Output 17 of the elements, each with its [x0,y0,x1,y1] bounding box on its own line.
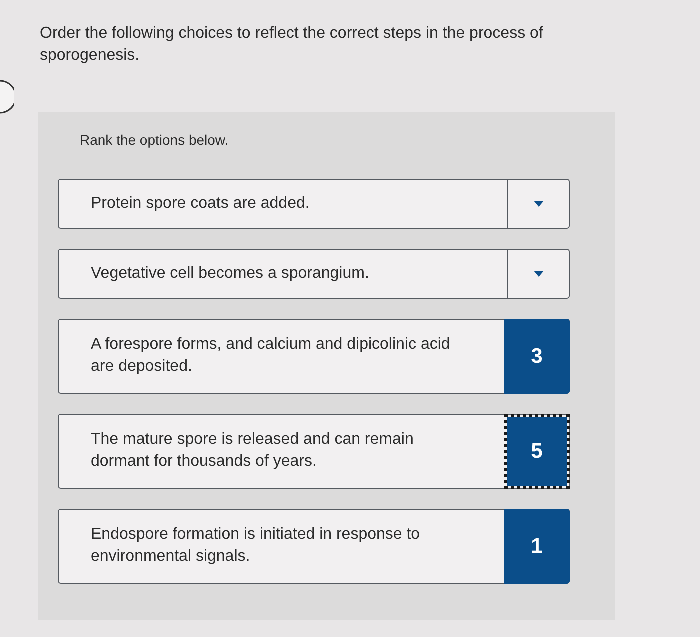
option-text: Vegetative cell becomes a sporangium. [90,264,370,284]
option-card[interactable]: Protein spore coats are added. [58,179,570,229]
option-text: Endospore formation is initiated in response to environmental signals. [90,525,422,567]
caret-down-icon [534,271,544,277]
rank-dropdown[interactable]: 1 [504,509,570,584]
option-text: A forespore forms, and calcium and dipicolinic acid are deposited. [90,335,452,377]
question-text: Order the following choices to reflect the correct steps in the process of sporogenesis. [40,24,544,66]
option-card[interactable]: Vegetative cell becomes a sporangium. [58,249,570,299]
option-card[interactable]: Endospore formation is initiated in response to environmental signals. 1 [58,509,570,584]
option-card[interactable]: A forespore forms, and calcium and dipicolinic acid are deposited. 3 [58,319,570,394]
rank-dropdown[interactable]: 3 [504,319,570,394]
rank-dropdown[interactable]: 5 [504,414,570,489]
option-card[interactable]: The mature spore is released and can remain dormant for thousands of years. 5 [58,414,570,489]
caret-down-icon [534,201,544,207]
option-text: The mature spore is released and can remain dormant for thousands of years. [90,430,415,472]
instruction-text: Rank the options below. [80,132,230,149]
option-text: Protein spore coats are added. [90,194,311,214]
